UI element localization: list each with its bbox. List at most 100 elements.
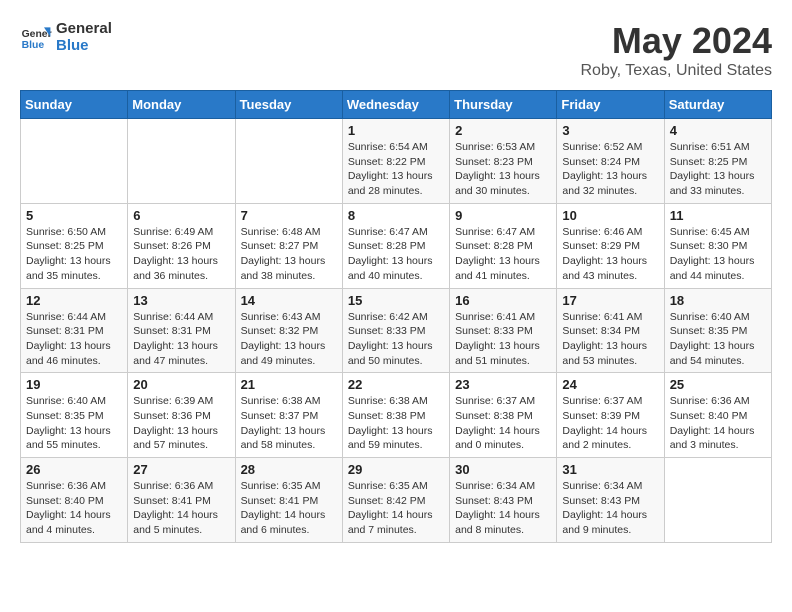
logo-blue: Blue [56, 37, 112, 54]
calendar-cell: 18 Sunrise: 6:40 AM Sunset: 8:35 PM Dayli… [664, 288, 771, 373]
day-info: Sunrise: 6:38 AM Sunset: 8:37 PM Dayligh… [241, 394, 337, 453]
page-header: General Blue General Blue May 2024 Roby,… [20, 20, 772, 80]
title-block: May 2024 Roby, Texas, United States [580, 20, 772, 80]
day-number: 21 [241, 377, 337, 392]
calendar-cell: 16 Sunrise: 6:41 AM Sunset: 8:33 PM Dayli… [450, 288, 557, 373]
calendar-cell: 14 Sunrise: 6:43 AM Sunset: 8:32 PM Dayli… [235, 288, 342, 373]
day-info: Sunrise: 6:36 AM Sunset: 8:40 PM Dayligh… [26, 479, 122, 538]
header-sunday: Sunday [21, 91, 128, 119]
day-number: 13 [133, 293, 229, 308]
day-info: Sunrise: 6:54 AM Sunset: 8:22 PM Dayligh… [348, 140, 444, 199]
day-info: Sunrise: 6:40 AM Sunset: 8:35 PM Dayligh… [26, 394, 122, 453]
calendar-cell: 3Sunrise: 6:52 AM Sunset: 8:24 PM Daylig… [557, 119, 664, 204]
calendar-cell: 8 Sunrise: 6:47 AM Sunset: 8:28 PM Daylig… [342, 203, 449, 288]
logo: General Blue General Blue [20, 20, 112, 54]
day-number: 16 [455, 293, 551, 308]
day-number: 25 [670, 377, 766, 392]
day-number: 20 [133, 377, 229, 392]
calendar-cell [21, 119, 128, 204]
header-saturday: Saturday [664, 91, 771, 119]
day-info: Sunrise: 6:47 AM Sunset: 8:28 PM Dayligh… [455, 225, 551, 284]
day-info: Sunrise: 6:47 AM Sunset: 8:28 PM Dayligh… [348, 225, 444, 284]
calendar-cell: 28Sunrise: 6:35 AM Sunset: 8:41 PM Dayli… [235, 458, 342, 543]
day-info: Sunrise: 6:40 AM Sunset: 8:35 PM Dayligh… [670, 310, 766, 369]
day-info: Sunrise: 6:36 AM Sunset: 8:41 PM Dayligh… [133, 479, 229, 538]
day-info: Sunrise: 6:48 AM Sunset: 8:27 PM Dayligh… [241, 225, 337, 284]
calendar-cell: 26 Sunrise: 6:36 AM Sunset: 8:40 PM Dayli… [21, 458, 128, 543]
calendar-cell: 22Sunrise: 6:38 AM Sunset: 8:38 PM Dayli… [342, 373, 449, 458]
day-number: 10 [562, 208, 658, 223]
calendar-cell: 4 Sunrise: 6:51 AM Sunset: 8:25 PM Daylig… [664, 119, 771, 204]
svg-text:Blue: Blue [22, 40, 45, 51]
calendar-cell [128, 119, 235, 204]
day-number: 12 [26, 293, 122, 308]
day-info: Sunrise: 6:41 AM Sunset: 8:34 PM Dayligh… [562, 310, 658, 369]
calendar-cell: 11Sunrise: 6:45 AM Sunset: 8:30 PM Dayli… [664, 203, 771, 288]
header-thursday: Thursday [450, 91, 557, 119]
calendar-cell: 12 Sunrise: 6:44 AM Sunset: 8:31 PM Dayli… [21, 288, 128, 373]
day-number: 18 [670, 293, 766, 308]
calendar-cell: 23Sunrise: 6:37 AM Sunset: 8:38 PM Dayli… [450, 373, 557, 458]
day-number: 23 [455, 377, 551, 392]
day-number: 19 [26, 377, 122, 392]
header-tuesday: Tuesday [235, 91, 342, 119]
day-info: Sunrise: 6:34 AM Sunset: 8:43 PM Dayligh… [455, 479, 551, 538]
day-number: 27 [133, 462, 229, 477]
day-number: 29 [348, 462, 444, 477]
calendar-cell: 21 Sunrise: 6:38 AM Sunset: 8:37 PM Dayli… [235, 373, 342, 458]
calendar-cell: 25 Sunrise: 6:36 AM Sunset: 8:40 PM Dayli… [664, 373, 771, 458]
day-info: Sunrise: 6:50 AM Sunset: 8:25 PM Dayligh… [26, 225, 122, 284]
calendar-cell: 2 Sunrise: 6:53 AM Sunset: 8:23 PM Daylig… [450, 119, 557, 204]
day-info: Sunrise: 6:42 AM Sunset: 8:33 PM Dayligh… [348, 310, 444, 369]
day-number: 24 [562, 377, 658, 392]
day-number: 5 [26, 208, 122, 223]
calendar-cell [235, 119, 342, 204]
calendar-header: SundayMondayTuesdayWednesdayThursdayFrid… [21, 91, 772, 119]
calendar-cell: 13 Sunrise: 6:44 AM Sunset: 8:31 PM Dayli… [128, 288, 235, 373]
calendar-cell: 7Sunrise: 6:48 AM Sunset: 8:27 PM Daylig… [235, 203, 342, 288]
day-info: Sunrise: 6:44 AM Sunset: 8:31 PM Dayligh… [26, 310, 122, 369]
day-info: Sunrise: 6:51 AM Sunset: 8:25 PM Dayligh… [670, 140, 766, 199]
logo-icon: General Blue [20, 21, 52, 53]
day-number: 2 [455, 123, 551, 138]
calendar-cell: 10 Sunrise: 6:46 AM Sunset: 8:29 PM Dayli… [557, 203, 664, 288]
calendar-subtitle: Roby, Texas, United States [580, 62, 772, 80]
day-number: 3 [562, 123, 658, 138]
day-number: 1 [348, 123, 444, 138]
day-info: Sunrise: 6:43 AM Sunset: 8:32 PM Dayligh… [241, 310, 337, 369]
day-number: 6 [133, 208, 229, 223]
calendar-title: May 2024 [580, 20, 772, 62]
day-number: 4 [670, 123, 766, 138]
calendar-cell: 31Sunrise: 6:34 AM Sunset: 8:43 PM Dayli… [557, 458, 664, 543]
calendar-cell: 1 Sunrise: 6:54 AM Sunset: 8:22 PM Daylig… [342, 119, 449, 204]
header-wednesday: Wednesday [342, 91, 449, 119]
day-number: 31 [562, 462, 658, 477]
day-number: 30 [455, 462, 551, 477]
calendar-table: SundayMondayTuesdayWednesdayThursdayFrid… [20, 90, 772, 543]
day-number: 15 [348, 293, 444, 308]
day-info: Sunrise: 6:44 AM Sunset: 8:31 PM Dayligh… [133, 310, 229, 369]
day-number: 26 [26, 462, 122, 477]
calendar-cell [664, 458, 771, 543]
calendar-cell: 6 Sunrise: 6:49 AM Sunset: 8:26 PM Daylig… [128, 203, 235, 288]
day-number: 9 [455, 208, 551, 223]
day-info: Sunrise: 6:39 AM Sunset: 8:36 PM Dayligh… [133, 394, 229, 453]
calendar-cell: 15 Sunrise: 6:42 AM Sunset: 8:33 PM Dayli… [342, 288, 449, 373]
day-info: Sunrise: 6:36 AM Sunset: 8:40 PM Dayligh… [670, 394, 766, 453]
day-info: Sunrise: 6:53 AM Sunset: 8:23 PM Dayligh… [455, 140, 551, 199]
calendar-cell: 5 Sunrise: 6:50 AM Sunset: 8:25 PM Daylig… [21, 203, 128, 288]
calendar-cell: 27 Sunrise: 6:36 AM Sunset: 8:41 PM Dayli… [128, 458, 235, 543]
day-info: Sunrise: 6:46 AM Sunset: 8:29 PM Dayligh… [562, 225, 658, 284]
day-info: Sunrise: 6:49 AM Sunset: 8:26 PM Dayligh… [133, 225, 229, 284]
header-monday: Monday [128, 91, 235, 119]
day-info: Sunrise: 6:35 AM Sunset: 8:41 PM Dayligh… [241, 479, 337, 538]
day-number: 17 [562, 293, 658, 308]
day-info: Sunrise: 6:41 AM Sunset: 8:33 PM Dayligh… [455, 310, 551, 369]
calendar-cell: 20 Sunrise: 6:39 AM Sunset: 8:36 PM Dayli… [128, 373, 235, 458]
day-number: 8 [348, 208, 444, 223]
header-friday: Friday [557, 91, 664, 119]
day-info: Sunrise: 6:35 AM Sunset: 8:42 PM Dayligh… [348, 479, 444, 538]
day-number: 14 [241, 293, 337, 308]
calendar-cell: 24Sunrise: 6:37 AM Sunset: 8:39 PM Dayli… [557, 373, 664, 458]
logo-general: General [56, 20, 112, 37]
